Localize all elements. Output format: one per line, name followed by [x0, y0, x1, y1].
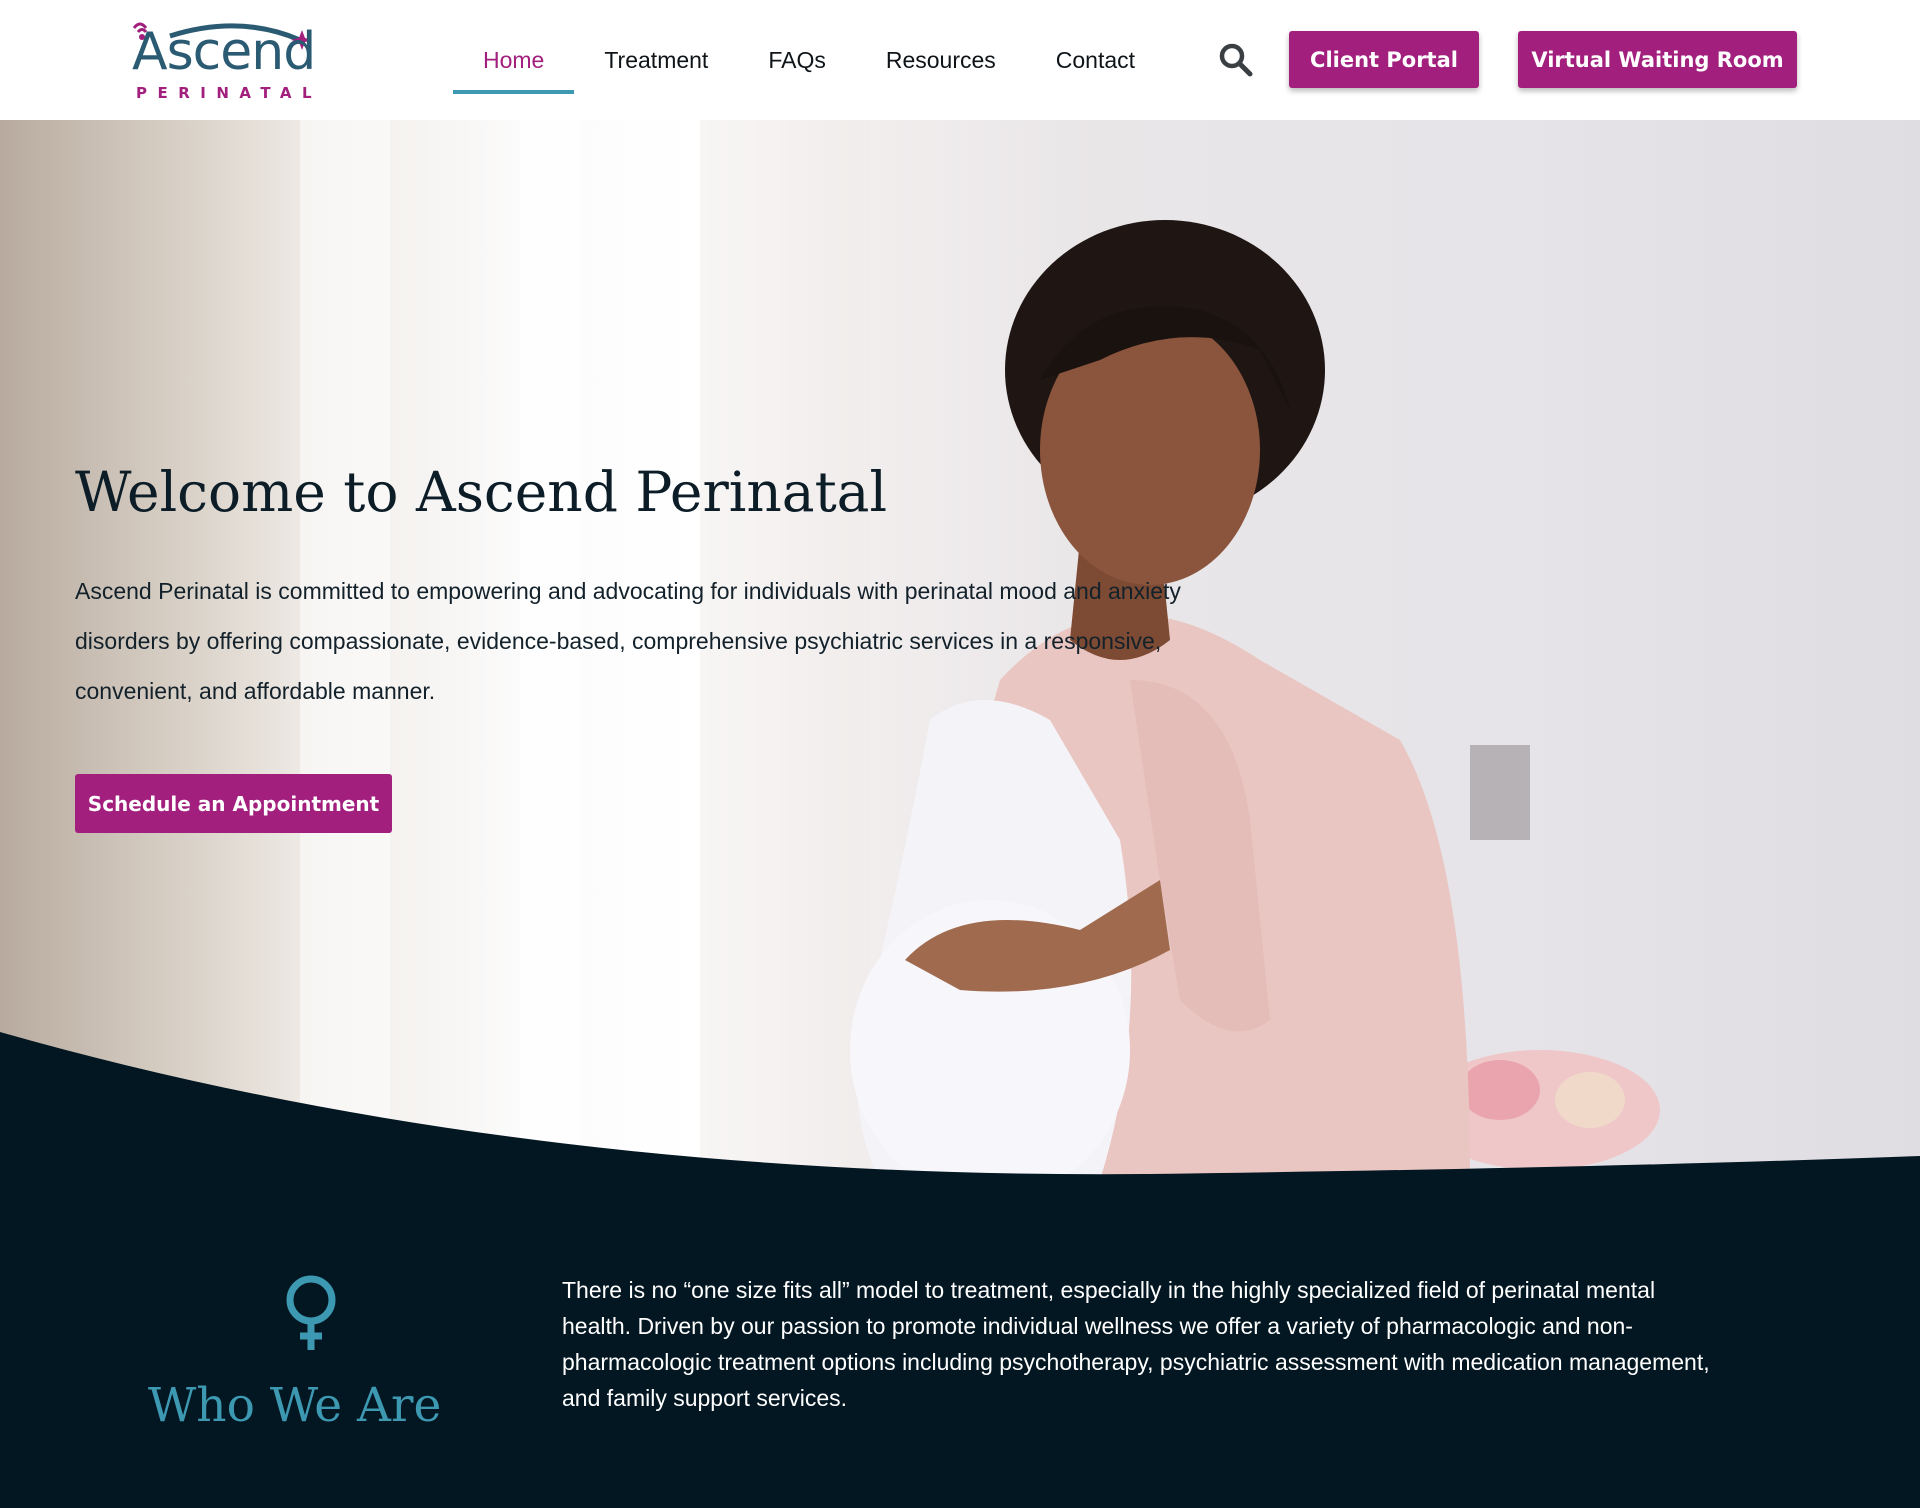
nav-resources[interactable]: Resources — [856, 0, 1026, 120]
main-nav: Home Treatment FAQs Resources Contact — [453, 0, 1165, 120]
logo-subtitle: PERINATAL — [136, 84, 323, 102]
who-we-are-description: There is no “one size fits all” model to… — [562, 1277, 1710, 1411]
nav-home[interactable]: Home — [453, 0, 575, 120]
nav-treatment[interactable]: Treatment — [574, 0, 738, 120]
site-header: Ascend PERINATAL Home Treatment FAQs Res… — [0, 0, 1920, 120]
hero-description: Ascend Perinatal is committed to empower… — [75, 578, 1181, 704]
female-symbol-icon — [286, 1275, 336, 1350]
who-we-are-heading: Who We Are — [148, 1378, 442, 1433]
hero-title: Welcome to Ascend Perinatal — [75, 460, 888, 524]
section-wave-divider — [0, 1032, 1920, 1200]
nav-contact[interactable]: Contact — [1026, 0, 1165, 120]
ascend-perinatal-logo[interactable]: Ascend PERINATAL — [130, 18, 316, 102]
nav-faqs[interactable]: FAQs — [738, 0, 856, 120]
client-portal-button[interactable]: Client Portal — [1289, 31, 1479, 88]
virtual-waiting-room-button[interactable]: Virtual Waiting Room — [1518, 31, 1797, 88]
search-icon[interactable] — [1218, 42, 1254, 78]
schedule-appointment-button[interactable]: Schedule an Appointment — [75, 774, 392, 833]
logo-wordmark: Ascend — [132, 22, 316, 82]
